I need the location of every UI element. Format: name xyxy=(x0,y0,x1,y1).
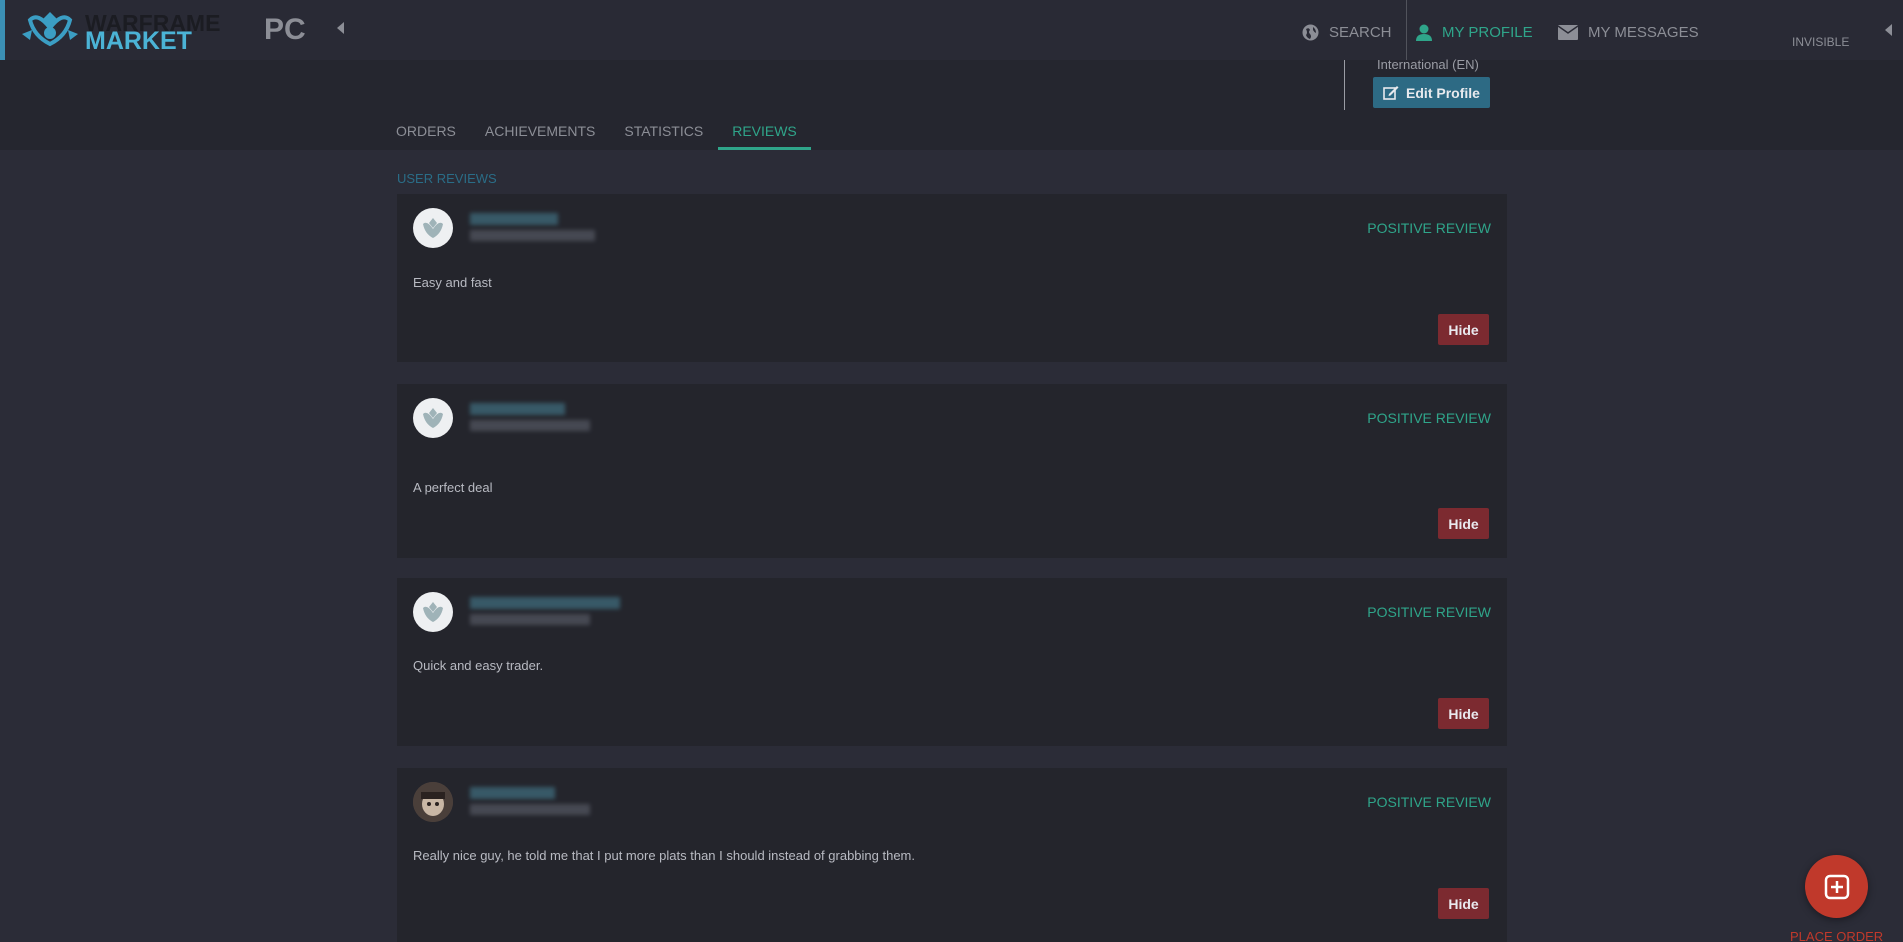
avatar[interactable] xyxy=(413,398,453,438)
tab-reviews[interactable]: REVIEWS xyxy=(718,121,811,150)
top-navbar: WARFRAME MARKET PC SEARCH MY PROFILE MY … xyxy=(0,0,1903,60)
default-avatar-icon xyxy=(423,408,443,428)
hide-review-button[interactable]: Hide xyxy=(1438,888,1489,919)
hide-review-button[interactable]: Hide xyxy=(1438,508,1489,539)
tab-achievements[interactable]: ACHIEVEMENTS xyxy=(485,121,595,150)
edit-profile-button[interactable]: Edit Profile xyxy=(1373,77,1490,108)
nav-divider xyxy=(1406,0,1407,60)
avatar[interactable] xyxy=(413,208,453,248)
review-text: Easy and fast xyxy=(413,275,492,290)
plus-square-icon xyxy=(1824,874,1849,899)
default-avatar-icon xyxy=(423,218,443,238)
review-date-redacted xyxy=(470,614,590,625)
profile-header xyxy=(0,60,1903,150)
user-photo-avatar-icon xyxy=(413,782,453,822)
place-order-label[interactable]: PLACE ORDER xyxy=(1790,929,1883,942)
nav-search-label: SEARCH xyxy=(1329,23,1392,41)
online-status[interactable]: INVISIBLE xyxy=(1792,35,1849,49)
logo-icon xyxy=(22,12,78,47)
tab-orders[interactable]: ORDERS xyxy=(396,121,456,150)
edit-profile-label: Edit Profile xyxy=(1406,84,1480,101)
hide-review-button[interactable]: Hide xyxy=(1438,314,1489,345)
section-title: USER REVIEWS xyxy=(397,171,497,186)
nav-messages-label: MY MESSAGES xyxy=(1588,23,1699,41)
profile-tabs: ORDERS ACHIEVEMENTS STATISTICS REVIEWS xyxy=(396,121,840,151)
review-type: POSITIVE REVIEW xyxy=(1367,604,1491,620)
review-type: POSITIVE REVIEW xyxy=(1367,410,1491,426)
reviewer-name-redacted xyxy=(470,403,565,415)
default-avatar-icon xyxy=(423,602,443,622)
edit-icon xyxy=(1383,86,1399,100)
review-type: POSITIVE REVIEW xyxy=(1367,220,1491,236)
review-date-redacted xyxy=(470,420,590,431)
logo[interactable]: WARFRAME MARKET xyxy=(20,6,220,55)
globe-icon xyxy=(1302,24,1319,40)
review-text: Quick and easy trader. xyxy=(413,658,544,673)
review-card: POSITIVE REVIEW Quick and easy trader. H… xyxy=(397,578,1507,746)
nav-my-profile[interactable]: MY PROFILE xyxy=(1416,20,1533,44)
reviewer-name-redacted xyxy=(470,213,558,225)
collapse-left-arrow-icon[interactable] xyxy=(337,22,344,34)
user-icon xyxy=(1416,24,1432,41)
review-card: POSITIVE REVIEW Easy and fast Hide xyxy=(397,194,1507,362)
review-text: Really nice guy, he told me that I put m… xyxy=(413,848,915,863)
nav-profile-label: MY PROFILE xyxy=(1442,23,1533,41)
status-menu-arrow-icon[interactable] xyxy=(1885,24,1892,36)
avatar[interactable] xyxy=(413,782,453,822)
reviewer-name-redacted xyxy=(470,597,620,609)
navbar-accent-stripe xyxy=(0,0,5,60)
profile-divider xyxy=(1344,60,1345,110)
place-order-button[interactable] xyxy=(1805,855,1868,918)
reviewer-name-redacted xyxy=(470,787,555,799)
review-date-redacted xyxy=(470,804,590,815)
profile-language: International (EN) xyxy=(1377,57,1479,72)
logo-text-market: MARKET xyxy=(85,27,192,55)
nav-search[interactable]: SEARCH xyxy=(1302,20,1392,44)
tab-statistics[interactable]: STATISTICS xyxy=(624,121,703,150)
platform-selector[interactable]: PC xyxy=(264,13,306,47)
review-date-redacted xyxy=(470,230,595,241)
review-type: POSITIVE REVIEW xyxy=(1367,794,1491,810)
envelope-icon xyxy=(1558,24,1578,40)
avatar[interactable] xyxy=(413,592,453,632)
review-card: POSITIVE REVIEW A perfect deal Hide xyxy=(397,384,1507,558)
review-text: A perfect deal xyxy=(413,480,493,495)
hide-review-button[interactable]: Hide xyxy=(1438,698,1489,729)
review-card: POSITIVE REVIEW Really nice guy, he told… xyxy=(397,768,1507,942)
nav-my-messages[interactable]: MY MESSAGES xyxy=(1558,20,1699,44)
